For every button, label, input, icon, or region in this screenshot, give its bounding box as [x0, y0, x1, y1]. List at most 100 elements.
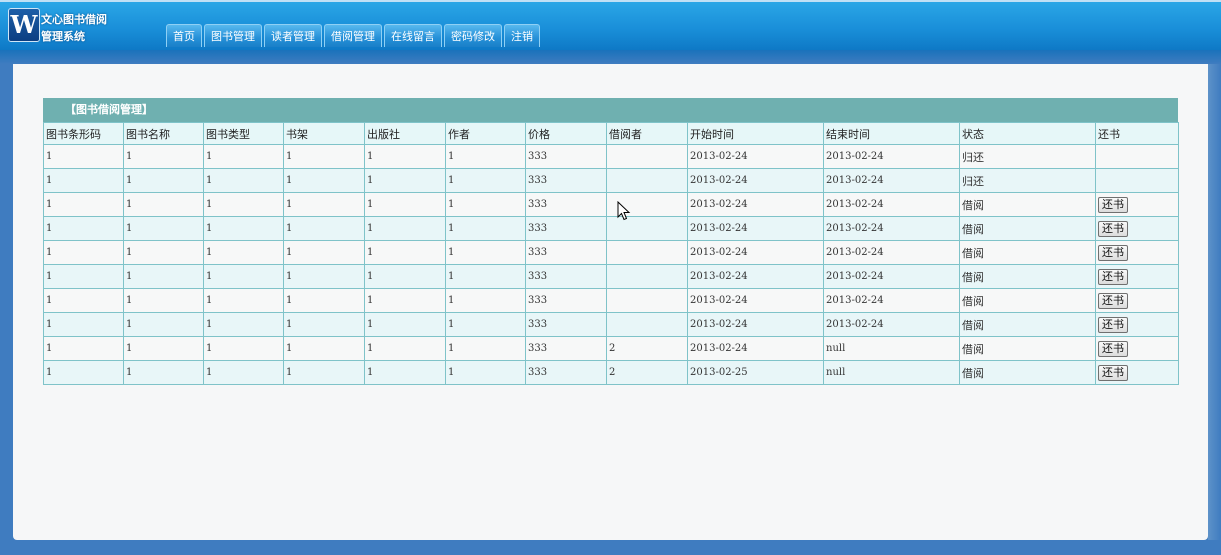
cell-borrower — [606, 264, 688, 289]
table-row: 1 1 1 1 1 1 333 2013-02-24 2013-02-24 借阅 还书 — [43, 216, 1179, 241]
cell-name: 1 — [123, 288, 204, 313]
return-book-button[interactable]: 还书 — [1098, 244, 1128, 261]
return-book-button[interactable]: 还书 — [1098, 292, 1128, 309]
cell-end: 2013-02-24 — [823, 144, 960, 169]
cell-publisher: 1 — [364, 336, 446, 361]
table-caption: 【图书借阅管理】 — [43, 98, 1178, 122]
cell-price: 333 — [525, 168, 607, 193]
borrow-table-section: 【图书借阅管理】 图书条形码 图书名称 图书类型 书架 出版社 作者 价格 借阅… — [43, 98, 1179, 385]
cell-author: 1 — [445, 336, 526, 361]
cell-publisher: 1 — [364, 288, 446, 313]
cell-shelf: 1 — [283, 216, 365, 241]
column-header: 借阅者 — [606, 122, 688, 145]
table-row: 1 1 1 1 1 1 333 2013-02-24 2013-02-24 借阅 还书 — [43, 192, 1179, 217]
cell-price: 333 — [525, 144, 607, 169]
nav-tab-logout[interactable]: 注销 — [504, 24, 540, 47]
cell-barcode: 1 — [43, 192, 124, 217]
cell-start: 2013-02-24 — [687, 336, 824, 361]
header-stripe — [0, 50, 1221, 64]
nav-tab-change-password[interactable]: 密码修改 — [444, 24, 502, 47]
cell-name: 1 — [123, 216, 204, 241]
cell-status: 归还 — [959, 144, 1096, 169]
cell-end: 2013-02-24 — [823, 240, 960, 265]
cell-author: 1 — [445, 312, 526, 337]
nav-tab-online-message[interactable]: 在线留言 — [384, 24, 442, 47]
nav-tab-book-management[interactable]: 图书管理 — [204, 24, 262, 47]
cell-author: 1 — [445, 216, 526, 241]
column-header: 还书 — [1095, 122, 1179, 145]
cell-name: 1 — [123, 168, 204, 193]
cell-type: 1 — [203, 216, 284, 241]
return-book-button[interactable]: 还书 — [1098, 196, 1128, 213]
nav-tab-home[interactable]: 首页 — [166, 24, 202, 47]
cell-name: 1 — [123, 336, 204, 361]
cell-type: 1 — [203, 360, 284, 385]
cell-shelf: 1 — [283, 264, 365, 289]
column-header: 出版社 — [364, 122, 446, 145]
cell-borrower — [606, 288, 688, 313]
cell-price: 333 — [525, 288, 607, 313]
return-book-button[interactable]: 还书 — [1098, 316, 1128, 333]
cell-shelf: 1 — [283, 144, 365, 169]
cell-author: 1 — [445, 168, 526, 193]
cell-end: 2013-02-24 — [823, 288, 960, 313]
cell-return: 还书 — [1095, 360, 1179, 385]
cell-type: 1 — [203, 144, 284, 169]
cell-status: 借阅 — [959, 240, 1096, 265]
nav-tab-reader-management[interactable]: 读者管理 — [264, 24, 322, 47]
site-title-line1: 文心图书借阅 — [41, 13, 107, 26]
cell-shelf: 1 — [283, 288, 365, 313]
panel-side-shadow — [1208, 64, 1221, 540]
cell-start: 2013-02-24 — [687, 312, 824, 337]
cell-borrower — [606, 168, 688, 193]
table-row: 1 1 1 1 1 1 333 2013-02-24 2013-02-24 借阅 还书 — [43, 240, 1179, 265]
cell-name: 1 — [123, 312, 204, 337]
cell-price: 333 — [525, 216, 607, 241]
cell-return: 还书 — [1095, 216, 1179, 241]
column-header: 作者 — [445, 122, 526, 145]
cell-price: 333 — [525, 360, 607, 385]
cell-name: 1 — [123, 144, 204, 169]
cell-end: null — [823, 360, 960, 385]
cell-shelf: 1 — [283, 312, 365, 337]
cell-return: 还书 — [1095, 288, 1179, 313]
column-header: 书架 — [283, 122, 365, 145]
cell-return: 还书 — [1095, 240, 1179, 265]
return-book-button[interactable]: 还书 — [1098, 220, 1128, 237]
table-row: 1 1 1 1 1 1 333 2013-02-24 2013-02-24 借阅 还书 — [43, 264, 1179, 289]
site-title: 文心图书借阅 管理系统 — [41, 11, 107, 45]
return-book-button[interactable]: 还书 — [1098, 364, 1128, 381]
cell-name: 1 — [123, 264, 204, 289]
cell-type: 1 — [203, 240, 284, 265]
cell-name: 1 — [123, 192, 204, 217]
cell-end: 2013-02-24 — [823, 264, 960, 289]
site-title-line2: 管理系统 — [41, 30, 85, 43]
cell-return — [1095, 168, 1179, 193]
column-header: 图书类型 — [203, 122, 284, 145]
cell-barcode: 1 — [43, 360, 124, 385]
nav-tab-borrow-management[interactable]: 借阅管理 — [324, 24, 382, 47]
table-row: 1 1 1 1 1 1 333 2 2013-02-24 null 借阅 还书 — [43, 336, 1179, 361]
cell-status: 借阅 — [959, 288, 1096, 313]
cell-borrower — [606, 312, 688, 337]
cell-barcode: 1 — [43, 144, 124, 169]
mouse-cursor-icon — [617, 201, 631, 221]
cell-return: 还书 — [1095, 192, 1179, 217]
cell-publisher: 1 — [364, 240, 446, 265]
cell-barcode: 1 — [43, 216, 124, 241]
cell-status: 借阅 — [959, 192, 1096, 217]
table-row: 1 1 1 1 1 1 333 2013-02-24 2013-02-24 归还 — [43, 168, 1179, 193]
cell-barcode: 1 — [43, 312, 124, 337]
return-book-button[interactable]: 还书 — [1098, 268, 1128, 285]
cell-start: 2013-02-25 — [687, 360, 824, 385]
cell-type: 1 — [203, 336, 284, 361]
cell-type: 1 — [203, 168, 284, 193]
cell-end: 2013-02-24 — [823, 192, 960, 217]
return-book-button[interactable]: 还书 — [1098, 340, 1128, 357]
table-row: 1 1 1 1 1 1 333 2013-02-24 2013-02-24 归还 — [43, 144, 1179, 169]
table-body: 1 1 1 1 1 1 333 2013-02-24 2013-02-24 归还 1 1 1 1 1 1 333… — [43, 144, 1179, 385]
cell-price: 333 — [525, 240, 607, 265]
logo-icon: W — [8, 8, 40, 42]
cell-author: 1 — [445, 192, 526, 217]
column-header: 结束时间 — [823, 122, 960, 145]
